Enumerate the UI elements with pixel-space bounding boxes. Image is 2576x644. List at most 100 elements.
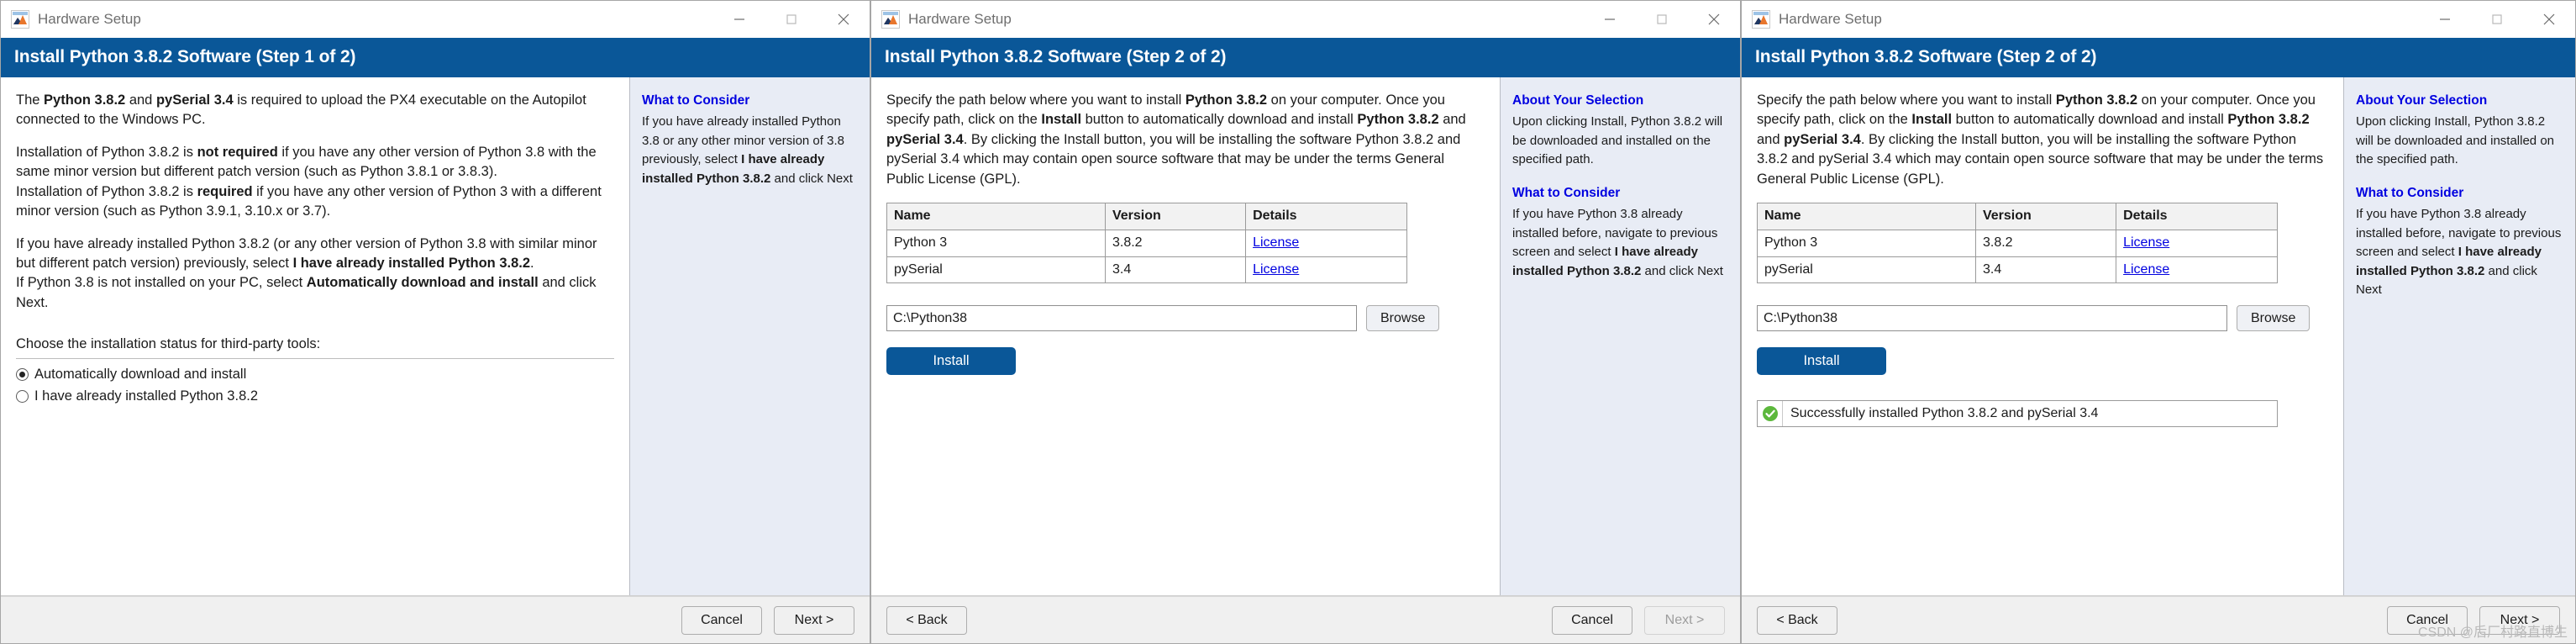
table-row: pySerial 3.4 License <box>1757 256 2278 284</box>
not-required-paragraph: Installation of Python 3.8.2 is not requ… <box>16 144 597 180</box>
cell-name: Python 3 <box>886 229 1106 257</box>
sidebar-heading: What to Consider <box>642 93 750 108</box>
matlab-icon <box>1752 10 1770 29</box>
license-link[interactable]: License <box>1253 262 1299 277</box>
intro-paragraph: The Python 3.8.2 and pySerial 3.4 is req… <box>16 92 586 128</box>
install-status-bar: Successfully installed Python 3.8.2 and … <box>1757 400 2278 428</box>
cell-version: 3.4 <box>1974 256 2117 284</box>
matlab-icon <box>11 10 29 29</box>
sidebar-section-about-your-selection: About Your Selection Upon clicking Insta… <box>2356 91 2563 170</box>
cancel-button[interactable]: Cancel <box>2387 605 2468 635</box>
sidebar-heading: About Your Selection <box>2356 93 2488 108</box>
cancel-button[interactable]: Cancel <box>1552 605 1632 635</box>
maximize-icon[interactable] <box>765 1 817 38</box>
sidebar-section-about-your-selection: About Your Selection Upon clicking Insta… <box>1512 91 1728 170</box>
window-title: Hardware Setup <box>1779 11 1882 27</box>
maximize-icon[interactable] <box>1636 1 1688 38</box>
close-icon[interactable] <box>1688 1 1740 38</box>
cell-name: Python 3 <box>1757 229 1976 257</box>
footer-bar: Cancel Next > <box>1 596 870 643</box>
table-row: Python 3 3.8.2 License <box>1757 229 2278 257</box>
required-paragraph: Installation of Python 3.8.2 is required… <box>16 183 602 219</box>
license-link[interactable]: License <box>2123 235 2169 250</box>
step-banner: Install Python 3.8.2 Software (Step 2 of… <box>871 38 1740 77</box>
sidebar-text: If you have already installed Python 3.8… <box>642 114 853 186</box>
table-header-row: Name Version Details <box>886 203 1407 230</box>
table-row: Python 3 3.8.2 License <box>886 229 1407 257</box>
footer-right: Cancel Next > <box>2387 605 2560 635</box>
window-controls <box>713 1 870 38</box>
three-window-screenshot: Hardware Setup Install Python 3.8.2 Soft… <box>0 0 2576 644</box>
divider <box>16 357 614 359</box>
license-link[interactable]: License <box>2123 262 2169 277</box>
close-icon[interactable] <box>817 1 870 38</box>
radio-option-label: I have already installed Python 3.8.2 <box>34 388 259 404</box>
radio-option-already-installed[interactable]: I have already installed Python 3.8.2 <box>16 387 614 406</box>
radio-icon[interactable] <box>16 367 29 381</box>
content-area: Specify the path below where you want to… <box>1742 77 2575 596</box>
install-status-text: Successfully installed Python 3.8.2 and … <box>1790 405 2099 420</box>
cell-details: License <box>2116 229 2278 257</box>
close-icon[interactable] <box>2523 1 2575 38</box>
back-button[interactable]: < Back <box>886 605 967 635</box>
side-pane: What to Consider If you have already ins… <box>629 77 870 595</box>
install-button[interactable]: Install <box>1757 347 1886 376</box>
cell-details: License <box>2116 256 2278 284</box>
radio-icon[interactable] <box>16 390 29 404</box>
install-path-row: Browse <box>1757 305 2328 332</box>
cancel-button[interactable]: Cancel <box>681 605 762 635</box>
back-button[interactable]: < Back <box>1757 605 1837 635</box>
sidebar-section-what-to-consider: What to Consider If you have already ins… <box>642 91 858 188</box>
sidebar-text: Upon clicking Install, Python 3.8.2 will… <box>2356 114 2555 167</box>
footer-right: Cancel Next > <box>681 605 854 635</box>
next-button[interactable]: Next > <box>774 605 854 635</box>
install-path-row: Browse <box>886 305 1485 332</box>
next-button[interactable]: Next > <box>2479 605 2560 635</box>
titlebar: Hardware Setup <box>871 1 1740 38</box>
install-path-input[interactable] <box>1757 305 2227 332</box>
cell-details: License <box>1245 229 1407 257</box>
footer-bar: < Back Cancel Next > <box>1742 596 2575 643</box>
step-banner: Install Python 3.8.2 Software (Step 2 of… <box>1742 38 2575 77</box>
sidebar-section-what-to-consider: What to Consider If you have Python 3.8 … <box>1512 183 1728 281</box>
maximize-icon[interactable] <box>2471 1 2523 38</box>
minimize-icon[interactable] <box>713 1 765 38</box>
minimize-icon[interactable] <box>1584 1 1636 38</box>
sidebar-text: Upon clicking Install, Python 3.8.2 will… <box>1512 114 1723 167</box>
matlab-icon <box>881 10 900 29</box>
main-pane: Specify the path below where you want to… <box>1742 77 2343 595</box>
sidebar-heading: What to Consider <box>1512 185 1621 200</box>
browse-button[interactable]: Browse <box>1366 305 1440 332</box>
auto-install-paragraph: If Python 3.8 is not installed on your P… <box>16 275 597 310</box>
license-link[interactable]: License <box>1253 235 1299 250</box>
window-controls <box>2419 1 2575 38</box>
radio-option-label: Automatically download and install <box>34 366 247 382</box>
already-installed-paragraph: If you have already installed Python 3.8… <box>16 235 597 271</box>
hardware-setup-window-step2-before-install: Hardware Setup Install Python 3.8.2 Soft… <box>870 0 1741 644</box>
sidebar-text: If you have Python 3.8 already installed… <box>1512 207 1723 278</box>
package-table: Name Version Details Python 3 3.8.2 Lice… <box>886 203 1407 284</box>
main-pane: The Python 3.8.2 and pySerial 3.4 is req… <box>1 77 629 595</box>
column-header-version: Version <box>1974 203 2117 230</box>
install-button[interactable]: Install <box>886 347 1016 376</box>
browse-button[interactable]: Browse <box>2237 305 2311 332</box>
footer-right: Cancel Next > <box>1552 605 1725 635</box>
cell-name: pySerial <box>1757 256 1976 284</box>
minimize-icon[interactable] <box>2419 1 2471 38</box>
column-header-name: Name <box>886 203 1106 230</box>
sidebar-section-what-to-consider: What to Consider If you have Python 3.8 … <box>2356 183 2563 300</box>
table-row: pySerial 3.4 License <box>886 256 1407 284</box>
sidebar-heading: What to Consider <box>2356 185 2464 200</box>
package-table: Name Version Details Python 3 3.8.2 Lice… <box>1757 203 2278 284</box>
content-area: The Python 3.8.2 and pySerial 3.4 is req… <box>1 77 870 596</box>
window-title: Hardware Setup <box>908 11 1012 27</box>
cell-details: License <box>1245 256 1407 284</box>
cell-version: 3.8.2 <box>1104 229 1247 257</box>
side-pane: About Your Selection Upon clicking Insta… <box>1500 77 1740 595</box>
main-pane: Specify the path below where you want to… <box>871 77 1500 595</box>
install-path-input[interactable] <box>886 305 1357 332</box>
window-title: Hardware Setup <box>38 11 141 27</box>
sidebar-heading: About Your Selection <box>1512 93 1644 108</box>
success-check-icon <box>1758 401 1783 427</box>
radio-option-auto-download[interactable]: Automatically download and install <box>16 365 614 384</box>
